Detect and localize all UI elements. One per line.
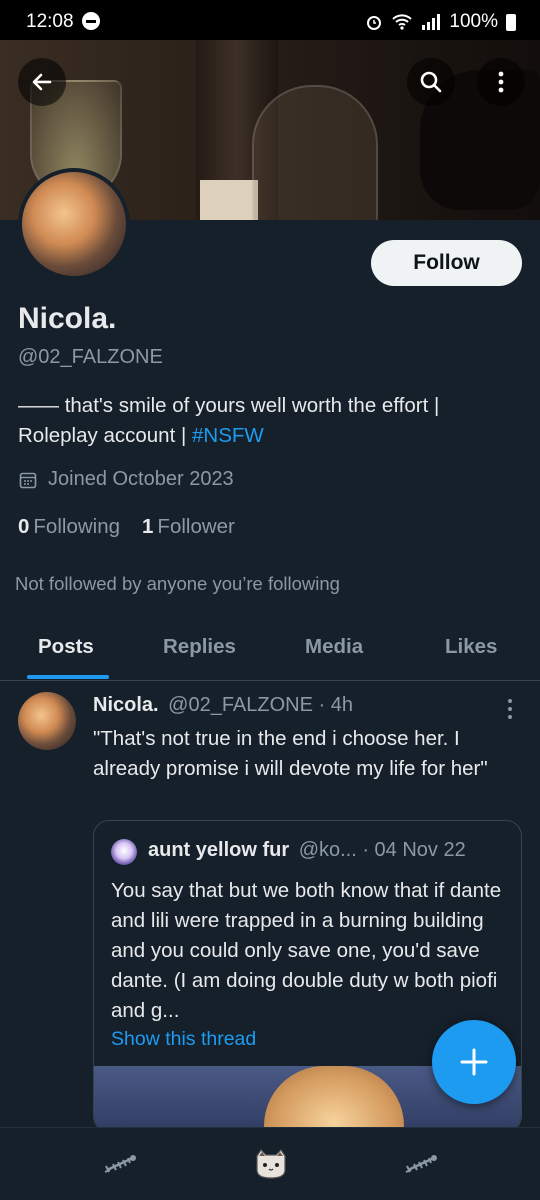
quote-handle-date: @ko... · 04 Nov 22	[298, 839, 466, 861]
compose-button[interactable]	[432, 1020, 516, 1104]
battery-icon	[506, 13, 516, 31]
status-icons: 100%	[365, 11, 516, 33]
not-followed-note: Not followed by anyone you’re following	[15, 573, 340, 594]
following-link[interactable]: 0 Following	[18, 515, 120, 539]
followers-link[interactable]: 1 Follower	[142, 515, 235, 539]
fish-skeleton-icon[interactable]	[103, 1148, 139, 1180]
tweet-author-name[interactable]: Nicola.	[93, 694, 159, 716]
profile-bio: —— that's smile of yours well worth the …	[18, 391, 523, 451]
follow-button[interactable]: Follow	[371, 240, 522, 286]
more-options-button[interactable]	[477, 58, 525, 106]
tweet-header: Nicola. @02_FALZONE · 4h	[93, 694, 353, 717]
quote-author-name: aunt yellow fur	[148, 839, 290, 861]
signal-icon	[422, 14, 441, 30]
banner-bottle-label	[200, 180, 258, 220]
quote-text: You say that but we both know that if da…	[111, 879, 502, 1022]
tweet-text: "That's not true in the end i choose her…	[93, 727, 488, 780]
banner-wine-glass-2	[252, 85, 378, 220]
dnd-icon	[82, 12, 100, 30]
active-tab-indicator	[27, 675, 109, 679]
following-count: 0	[18, 515, 30, 538]
more-vertical-icon	[498, 71, 504, 93]
cat-face-icon[interactable]	[253, 1148, 289, 1180]
show-thread-link[interactable]: Show this thread	[111, 1028, 256, 1051]
status-time: 12:08	[26, 11, 74, 32]
bottom-navigation	[0, 1127, 540, 1200]
quote-avatar	[111, 839, 137, 865]
profile-handle: @02_FALZONE	[18, 346, 163, 368]
alarm-icon	[367, 16, 382, 30]
wifi-icon	[392, 14, 413, 30]
plus-icon	[460, 1048, 488, 1076]
profile-avatar[interactable]	[18, 168, 130, 280]
tab-media[interactable]: Media	[305, 635, 363, 659]
bio-hashtag[interactable]: #NSFW	[192, 424, 264, 447]
profile-name: Nicola.	[18, 302, 117, 335]
tab-posts[interactable]: Posts	[38, 635, 94, 659]
search-button[interactable]	[407, 58, 455, 106]
media-character-hair	[264, 1066, 404, 1131]
profile-tabs: Posts Replies Media Likes	[0, 625, 540, 681]
tweet-handle-time: @02_FALZONE · 4h	[168, 694, 353, 716]
followers-label: Follower	[157, 515, 235, 538]
followers-count: 1	[142, 515, 154, 538]
following-label: Following	[33, 515, 121, 538]
follow-stats: 0 Following 1 Follower	[18, 515, 235, 539]
quote-header: aunt yellow fur @ko... · 04 Nov 22	[148, 839, 466, 862]
tweet-avatar[interactable]	[18, 692, 76, 750]
tweet-more-icon[interactable]	[500, 696, 520, 722]
tab-replies[interactable]: Replies	[163, 635, 236, 659]
calendar-icon	[19, 472, 37, 488]
avatar-image	[22, 172, 126, 276]
fish-skeleton-icon[interactable]	[404, 1148, 440, 1180]
tab-likes[interactable]: Likes	[445, 635, 497, 659]
search-icon	[420, 71, 442, 93]
back-button[interactable]	[18, 58, 66, 106]
battery-percent: 100%	[449, 11, 498, 32]
joined-date: Joined October 2023	[18, 468, 234, 491]
arrow-left-icon	[32, 73, 52, 91]
joined-text: Joined October 2023	[48, 468, 234, 490]
status-bar: 12:08 100%	[0, 0, 540, 40]
